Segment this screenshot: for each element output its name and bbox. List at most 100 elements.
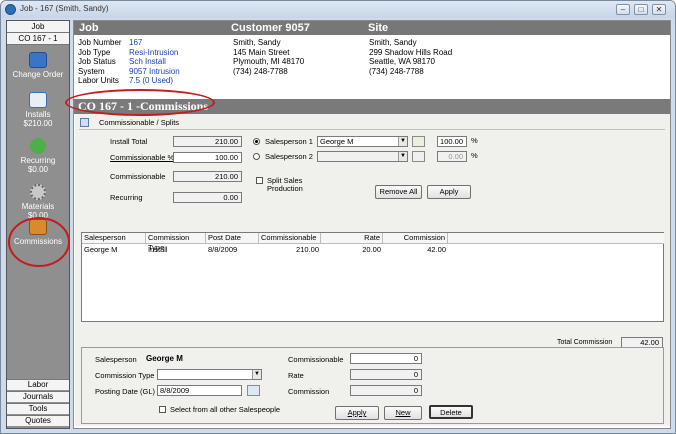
nav-item-recurring[interactable]: Recurring $0.00 xyxy=(7,138,69,174)
cell-salesperson: George M xyxy=(84,245,118,254)
job-type-link[interactable]: Resi-Intrusion xyxy=(129,48,180,58)
column-commissionable[interactable]: Commissionable xyxy=(259,233,321,244)
detail-apply-button[interactable]: Apply xyxy=(335,406,379,420)
salesperson-2-pct-input[interactable]: 0.00 xyxy=(437,151,467,162)
column-salesperson[interactable]: Salesperson xyxy=(82,233,146,244)
nav-item-label: Installs xyxy=(25,110,51,119)
select-all-label: Select from all other Salespeople xyxy=(170,405,281,414)
add-salesperson-1-icon[interactable] xyxy=(412,136,425,147)
section-divider xyxy=(79,129,665,130)
minimize-icon[interactable]: – xyxy=(616,4,630,15)
nav-item-change-order[interactable]: Change Order xyxy=(7,52,69,79)
column-post-date[interactable]: Post Date xyxy=(206,233,259,244)
job-number-link[interactable]: 167 xyxy=(129,38,180,48)
salesperson-1-pct-input[interactable]: 100.00 xyxy=(437,136,467,147)
detail-commission-field: 0 xyxy=(350,385,422,396)
job-status-link[interactable]: Sch Install xyxy=(129,57,180,67)
chevron-down-icon[interactable]: ▼ xyxy=(398,152,407,161)
detail-commissionable-label: Commissionable xyxy=(288,355,344,364)
labor-units-link[interactable]: 7.5 (0 Used) xyxy=(129,76,180,86)
recurring-label: Recurring xyxy=(110,193,143,202)
commissionable-pct-input[interactable]: 100.00 xyxy=(173,152,242,163)
nav-tab-job[interactable]: Job xyxy=(7,21,69,33)
column-commission-type[interactable]: Commission Type xyxy=(146,233,206,252)
split-sales-checkbox[interactable] xyxy=(256,177,263,184)
job-window: Job - 167 (Smith, Sandy) – □ ✕ Job CO 16… xyxy=(0,0,676,434)
site-name: Smith, Sandy xyxy=(369,38,417,47)
detail-commission-label: Commission xyxy=(288,387,330,396)
apply-split-button[interactable]: Apply xyxy=(427,185,471,199)
job-info-labels: Job Number Job Type Job Status System La… xyxy=(78,38,122,86)
calendar-icon[interactable] xyxy=(247,385,260,396)
install-total-label: Install Total xyxy=(110,137,148,146)
installs-icon xyxy=(29,92,47,108)
nav-item-installs[interactable]: Installs $210.00 xyxy=(7,92,69,128)
close-icon[interactable]: ✕ xyxy=(652,4,666,15)
customer-name: Smith, Sandy xyxy=(233,38,281,47)
change-order-icon xyxy=(29,52,47,68)
column-rate[interactable]: Rate xyxy=(321,233,383,244)
add-salesperson-2-icon[interactable] xyxy=(412,151,425,162)
nav-item-amount: $0.00 xyxy=(27,165,49,174)
cell-post-date: 8/8/2009 xyxy=(208,245,238,254)
customer-phone: (734) 248-7788 xyxy=(233,66,288,76)
nav-tab-co[interactable]: CO 167 - 1 xyxy=(7,33,69,45)
install-total-field: 210.00 xyxy=(173,136,242,147)
detail-rate-label: Rate xyxy=(288,371,304,380)
job-info-values: 167 Resi-Intrusion Sch Install 9057 Intr… xyxy=(129,38,180,86)
salesperson-2-label: Salesperson 2 xyxy=(265,152,313,161)
site-phone: (734) 248-7788 xyxy=(369,66,424,76)
customer-city: Plymouth, MI 48170 xyxy=(233,57,305,66)
salesperson-1-radio[interactable] xyxy=(253,138,260,145)
main-panel: Job Customer 9057 Site Job Number Job Ty… xyxy=(73,20,671,429)
app-icon xyxy=(5,4,16,15)
recurring-field: 0.00 xyxy=(173,192,242,203)
pct-sign-2: % xyxy=(471,151,478,160)
new-button[interactable]: New xyxy=(384,406,422,420)
nav-item-materials[interactable]: Materials $0.00 xyxy=(7,184,69,220)
nav-item-label: Materials xyxy=(21,202,55,211)
nav-tab-tools[interactable]: Tools xyxy=(7,403,69,414)
nav-tab-quotes[interactable]: Quotes xyxy=(7,415,69,426)
commission-type-label: Commission Type xyxy=(95,371,155,380)
site-street: 299 Shadow Hills Road xyxy=(369,47,453,57)
nav-item-label: Recurring xyxy=(20,156,56,165)
detail-commissionable-input[interactable]: 0 xyxy=(350,353,422,364)
column-filler xyxy=(448,233,664,244)
commissionable-pct-label: Commissionable % xyxy=(110,153,175,162)
cell-commissionable: 210.00 xyxy=(296,245,319,254)
system-link[interactable]: 9057 Intrusion xyxy=(129,67,180,77)
splits-link[interactable]: Commissionable / Splits xyxy=(99,118,179,127)
posting-date-input[interactable]: 8/8/2009 xyxy=(157,385,242,396)
remove-all-button[interactable]: Remove All xyxy=(375,185,422,199)
site-city: Seattle, WA 98170 xyxy=(369,57,435,66)
commission-type-select[interactable]: ▼ xyxy=(157,369,262,380)
customer-heading: Customer 9057 xyxy=(231,22,310,34)
column-commission[interactable]: Commission xyxy=(383,233,448,244)
gear-icon xyxy=(30,184,46,200)
commissions-panel: Commissionable / Splits Install Total 21… xyxy=(75,114,670,426)
annotation-circle-title xyxy=(65,89,215,116)
salesperson-1-value: George M xyxy=(320,137,354,146)
site-info: Smith, Sandy 299 Shadow Hills Road Seatt… xyxy=(369,38,452,76)
pct-sign-1: % xyxy=(471,136,478,145)
chevron-down-icon[interactable]: ▼ xyxy=(398,137,407,146)
salesperson-1-select[interactable]: George M ▼ xyxy=(317,136,408,147)
maximize-icon[interactable]: □ xyxy=(634,4,648,15)
delete-button[interactable]: Delete xyxy=(429,405,473,419)
job-header: Job Customer 9057 Site xyxy=(74,21,670,35)
commissionable-label: Commissionable xyxy=(110,172,166,181)
chevron-down-icon[interactable]: ▼ xyxy=(252,370,261,379)
detail-rate-field: 0 xyxy=(350,369,422,380)
customer-street: 145 Main Street xyxy=(233,47,290,57)
system-label: System xyxy=(78,66,105,76)
detail-panel: Salesperson George M Commission Type ▼ P… xyxy=(81,347,664,424)
nav-tab-labor[interactable]: Labor xyxy=(7,379,69,390)
salesperson-1-label: Salesperson 1 xyxy=(265,137,313,146)
select-all-checkbox[interactable] xyxy=(159,406,166,413)
nav-tab-journals[interactable]: Journals xyxy=(7,391,69,402)
salesperson-2-radio[interactable] xyxy=(253,153,260,160)
nav-item-amount: $210.00 xyxy=(23,119,53,128)
salesperson-2-select[interactable]: ▼ xyxy=(317,151,408,162)
posting-date-label: Posting Date (GL) xyxy=(95,387,156,396)
